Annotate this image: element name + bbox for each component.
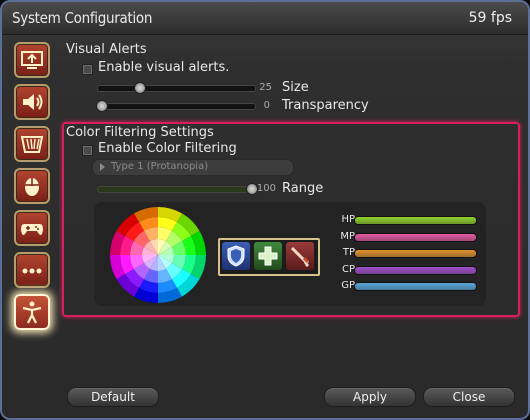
display-settings-tab[interactable] xyxy=(14,42,50,78)
mouse-settings-icon xyxy=(25,178,39,196)
size-slider-handle[interactable] xyxy=(133,82,146,94)
range-slider[interactable] xyxy=(97,186,256,193)
gamepad-settings-icon xyxy=(21,224,43,235)
gauge-label-hp: HP xyxy=(341,214,355,225)
filter-type-dropdown[interactable]: Type 1 (Protanopia) xyxy=(92,159,294,176)
transparency-label: Transparency xyxy=(282,98,369,113)
default-button[interactable]: Default xyxy=(67,387,159,407)
apply-button[interactable]: Apply xyxy=(324,387,416,407)
color-filtering-heading: Color Filtering Settings xyxy=(66,125,214,140)
size-slider[interactable] xyxy=(97,85,256,92)
gauge-bar-hp xyxy=(354,216,477,225)
tank-role-icon xyxy=(222,242,250,270)
gauge-label-gp: GP xyxy=(341,280,355,291)
visual-alerts-checkbox-label: Enable visual alerts. xyxy=(98,60,230,75)
range-label: Range xyxy=(282,181,324,196)
fps-counter: 59 fps xyxy=(468,10,512,26)
transparency-slider-handle[interactable] xyxy=(96,100,108,112)
sound-settings-tab[interactable] xyxy=(14,84,50,120)
color-filtering-checkbox-label: Enable Color Filtering xyxy=(98,141,237,156)
transparency-value: 0 xyxy=(263,100,270,111)
title-bar[interactable]: System Configuration 59 fps xyxy=(2,2,528,35)
sound-settings-icon xyxy=(23,94,43,110)
size-value: 25 xyxy=(259,82,272,93)
filter-type-value: Type 1 (Protanopia) xyxy=(111,161,209,172)
dropdown-arrow-icon xyxy=(100,163,105,171)
color-wheel xyxy=(110,207,206,303)
visual-alerts-checkbox[interactable] xyxy=(82,64,93,75)
visual-alerts-heading: Visual Alerts xyxy=(66,42,147,57)
healer-role-icon xyxy=(254,242,282,270)
display-settings-icon xyxy=(21,51,43,69)
transparency-slider[interactable] xyxy=(97,103,256,110)
dps-role-icon xyxy=(286,242,314,270)
gauge-bar-tp xyxy=(354,249,477,258)
system-configuration-window: System Configuration 59 fps Visual Alert… xyxy=(0,0,530,420)
gauge-bar-cp xyxy=(354,265,477,275)
theme-settings-icon xyxy=(20,136,44,153)
role-icons-group xyxy=(218,238,320,276)
gauge-label-tp: TP xyxy=(342,247,355,258)
gauge-label-cp: CP xyxy=(341,263,355,275)
size-label: Size xyxy=(282,80,309,95)
theme-settings-tab[interactable] xyxy=(14,126,50,162)
close-button[interactable]: Close xyxy=(423,387,515,407)
window-title: System Configuration xyxy=(12,9,153,27)
other-settings-icon xyxy=(22,268,42,274)
color-filtering-checkbox[interactable] xyxy=(82,145,93,156)
accessibility-settings-icon xyxy=(22,301,42,324)
range-value: 100 xyxy=(256,183,276,194)
gauge-label-mp: MP xyxy=(340,230,355,242)
gauge-bar-mp xyxy=(354,232,477,242)
gamepad-settings-tab[interactable] xyxy=(14,210,50,246)
other-settings-tab[interactable] xyxy=(14,252,50,288)
accessibility-settings-tab[interactable] xyxy=(14,294,50,330)
gauge-bar-gp xyxy=(354,282,477,291)
mouse-settings-tab[interactable] xyxy=(14,168,50,204)
